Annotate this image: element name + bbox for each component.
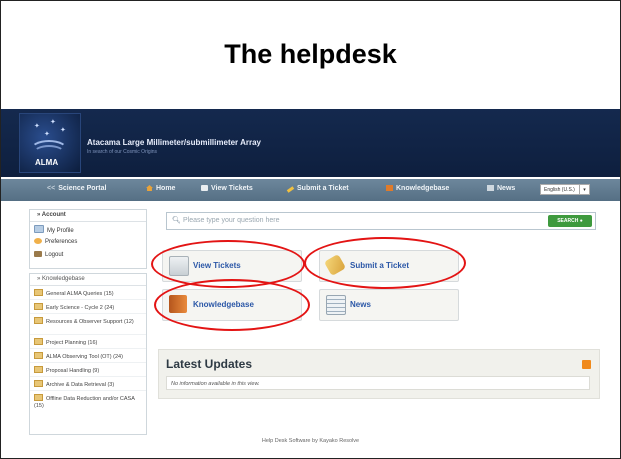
- kb-category-label: General ALMA Queries (15): [46, 291, 114, 297]
- folder-icon: [34, 317, 43, 324]
- logout-icon: [34, 251, 42, 257]
- kb-category[interactable]: Project Planning (16): [30, 335, 146, 349]
- kb-category-label: Offline Data Reduction and/or CASA (15): [34, 396, 135, 409]
- language-value: English (U.S.): [544, 187, 575, 193]
- logo-text: ALMA: [35, 158, 59, 167]
- kb-title-text: Knowledgebase: [42, 276, 85, 282]
- site-header: ✦ ✦ ✦ ✦ ALMA Atacama Large Millimeter/su…: [1, 109, 620, 177]
- helpdesk-screenshot: ✦ ✦ ✦ ✦ ALMA Atacama Large Millimeter/su…: [1, 109, 620, 458]
- folder-icon: [34, 338, 43, 345]
- search-icon: 🔍︎: [172, 217, 181, 224]
- star-icon: ✦: [44, 131, 50, 138]
- news-icon: [487, 185, 494, 191]
- sidebar-item-my-profile[interactable]: My Profile: [30, 222, 146, 235]
- kb-category-label: Early Science - Cycle 2 (24): [46, 305, 115, 311]
- nav-news[interactable]: News: [487, 185, 515, 192]
- folder-icon: [34, 303, 43, 310]
- site-name: Atacama Large Millimeter/submillimeter A…: [87, 138, 261, 147]
- news-icon: [326, 295, 346, 315]
- news-tile[interactable]: News: [319, 289, 459, 321]
- latest-updates-panel: Latest Updates No information available …: [158, 349, 600, 399]
- kb-category[interactable]: ALMA Observing Tool (OT) (24): [30, 349, 146, 363]
- nav-science-portal[interactable]: << Science Portal: [47, 185, 106, 192]
- kb-category-label: ALMA Observing Tool (OT) (24): [46, 354, 123, 360]
- search-button-label: SEARCH: [557, 218, 579, 224]
- account-title-text: Account: [41, 212, 66, 218]
- kb-category[interactable]: Early Science - Cycle 2 (24): [30, 300, 146, 314]
- account-title: » Account: [30, 210, 146, 222]
- kb-category[interactable]: General ALMA Queries (15): [30, 286, 146, 300]
- kb-category-label: Archive & Data Retrieval (3): [46, 382, 115, 388]
- highlight-ring: [154, 279, 310, 331]
- nav-submit-ticket[interactable]: Submit a Ticket: [286, 185, 349, 193]
- highlight-ring: [304, 237, 466, 289]
- kb-category[interactable]: Proposal Handling (9): [30, 363, 146, 377]
- sidebar-item-label: My Profile: [47, 228, 74, 234]
- nav-home[interactable]: Home: [146, 185, 175, 192]
- gear-icon: [34, 238, 42, 244]
- search-input[interactable]: Please type your question here: [183, 217, 280, 224]
- account-panel: » Account My Profile Preferences Logout: [29, 209, 147, 269]
- nav-label: News: [497, 185, 516, 192]
- home-icon: [146, 185, 153, 191]
- nav-label: Science Portal: [58, 185, 107, 192]
- kb-title: » Knowledgebase: [30, 274, 146, 286]
- kb-category[interactable]: Resources & Observer Support (12): [30, 314, 146, 335]
- kb-category-label: Proposal Handling (9): [46, 368, 100, 374]
- star-icon: ✦: [50, 119, 56, 126]
- folder-icon: [34, 366, 43, 373]
- kb-category[interactable]: Archive & Data Retrieval (3): [30, 377, 146, 391]
- language-select[interactable]: English (U.S.) ▾: [540, 184, 590, 195]
- slide-title: The helpdesk: [224, 39, 397, 69]
- site-tagline: In search of our Cosmic Origins: [87, 149, 158, 155]
- nav-view-tickets[interactable]: View Tickets: [201, 185, 253, 192]
- star-icon: ✦: [34, 123, 40, 130]
- sidebar-item-label: Preferences: [45, 239, 78, 245]
- main-nav: << Science Portal Home View Tickets Submi…: [1, 179, 620, 201]
- tile-label: News: [350, 300, 371, 309]
- folder-icon: [34, 394, 43, 401]
- footer[interactable]: Help Desk Software by Kayako Resolve: [1, 438, 620, 444]
- pencil-icon: [286, 186, 295, 193]
- sidebar-item-preferences[interactable]: Preferences: [30, 235, 146, 248]
- nav-label: Submit a Ticket: [297, 185, 349, 192]
- folder-icon: [34, 352, 43, 359]
- search-button[interactable]: SEARCH ●: [548, 215, 592, 227]
- sidebar-item-logout[interactable]: Logout: [30, 248, 146, 261]
- folder-icon: [34, 289, 43, 296]
- latest-updates-title: Latest Updates: [166, 357, 253, 371]
- rss-icon[interactable]: [582, 360, 591, 369]
- nav-label: Home: [156, 185, 176, 192]
- kb-category[interactable]: Offline Data Reduction and/or CASA (15): [30, 391, 146, 412]
- nav-knowledgebase[interactable]: Knowledgebase: [386, 185, 449, 192]
- folder-icon: [34, 380, 43, 387]
- nav-label: View Tickets: [211, 185, 253, 192]
- kb-category-label: Resources & Observer Support (12): [46, 319, 134, 325]
- nav-label: Knowledgebase: [396, 185, 450, 192]
- profile-icon: [34, 225, 44, 233]
- book-icon: [386, 185, 393, 191]
- search-bar: 🔍︎ Please type your question here SEARCH…: [166, 212, 596, 230]
- back-arrow-icon: <<: [47, 185, 56, 192]
- ticket-icon: [201, 185, 208, 191]
- slide: The helpdesk ✦ ✦ ✦ ✦ ALMA Atacama Large …: [0, 0, 621, 459]
- latest-updates-empty: No information available in this view.: [166, 376, 590, 390]
- star-icon: ✦: [60, 127, 66, 134]
- alma-logo[interactable]: ✦ ✦ ✦ ✦ ALMA: [19, 113, 81, 173]
- kb-category-label: Project Planning (16): [46, 340, 98, 346]
- knowledgebase-panel: » Knowledgebase General ALMA Queries (15…: [29, 273, 147, 435]
- sidebar-item-label: Logout: [45, 252, 64, 258]
- chevron-down-icon: ▾: [579, 185, 589, 194]
